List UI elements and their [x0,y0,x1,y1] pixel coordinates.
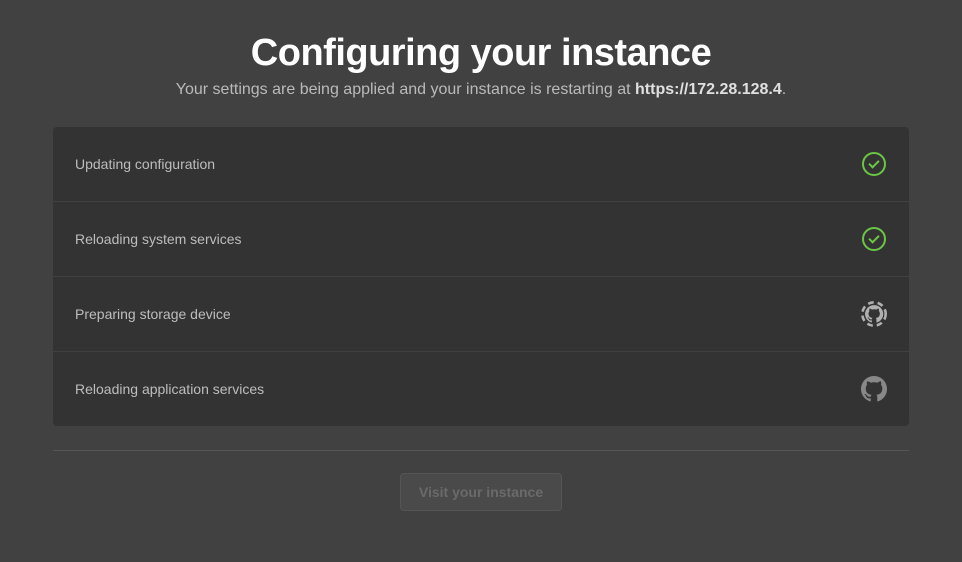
instance-url: https://172.28.128.4 [635,81,782,98]
step-label: Updating configuration [75,156,215,172]
status-done-icon [861,151,887,177]
status-done-icon [861,226,887,252]
step-label: Reloading system services [75,231,242,247]
step-row: Reloading application services [53,352,909,426]
status-active-icon [861,301,887,327]
subtitle-prefix: Your settings are being applied and your… [176,81,635,98]
status-pending-icon [861,376,887,402]
step-label: Reloading application services [75,381,264,397]
page-title: Configuring your instance [0,32,962,75]
page-subtitle: Your settings are being applied and your… [0,81,962,99]
page-header: Configuring your instance Your settings … [0,32,962,99]
step-label: Preparing storage device [75,306,231,322]
footer: Visit your instance [0,473,962,511]
subtitle-suffix: . [782,81,786,98]
step-row: Preparing storage device [53,277,909,352]
visit-instance-button[interactable]: Visit your instance [400,473,562,511]
divider [53,450,909,451]
step-row: Reloading system services [53,202,909,277]
steps-panel: Updating configuration Reloading system … [53,127,909,426]
step-row: Updating configuration [53,127,909,202]
